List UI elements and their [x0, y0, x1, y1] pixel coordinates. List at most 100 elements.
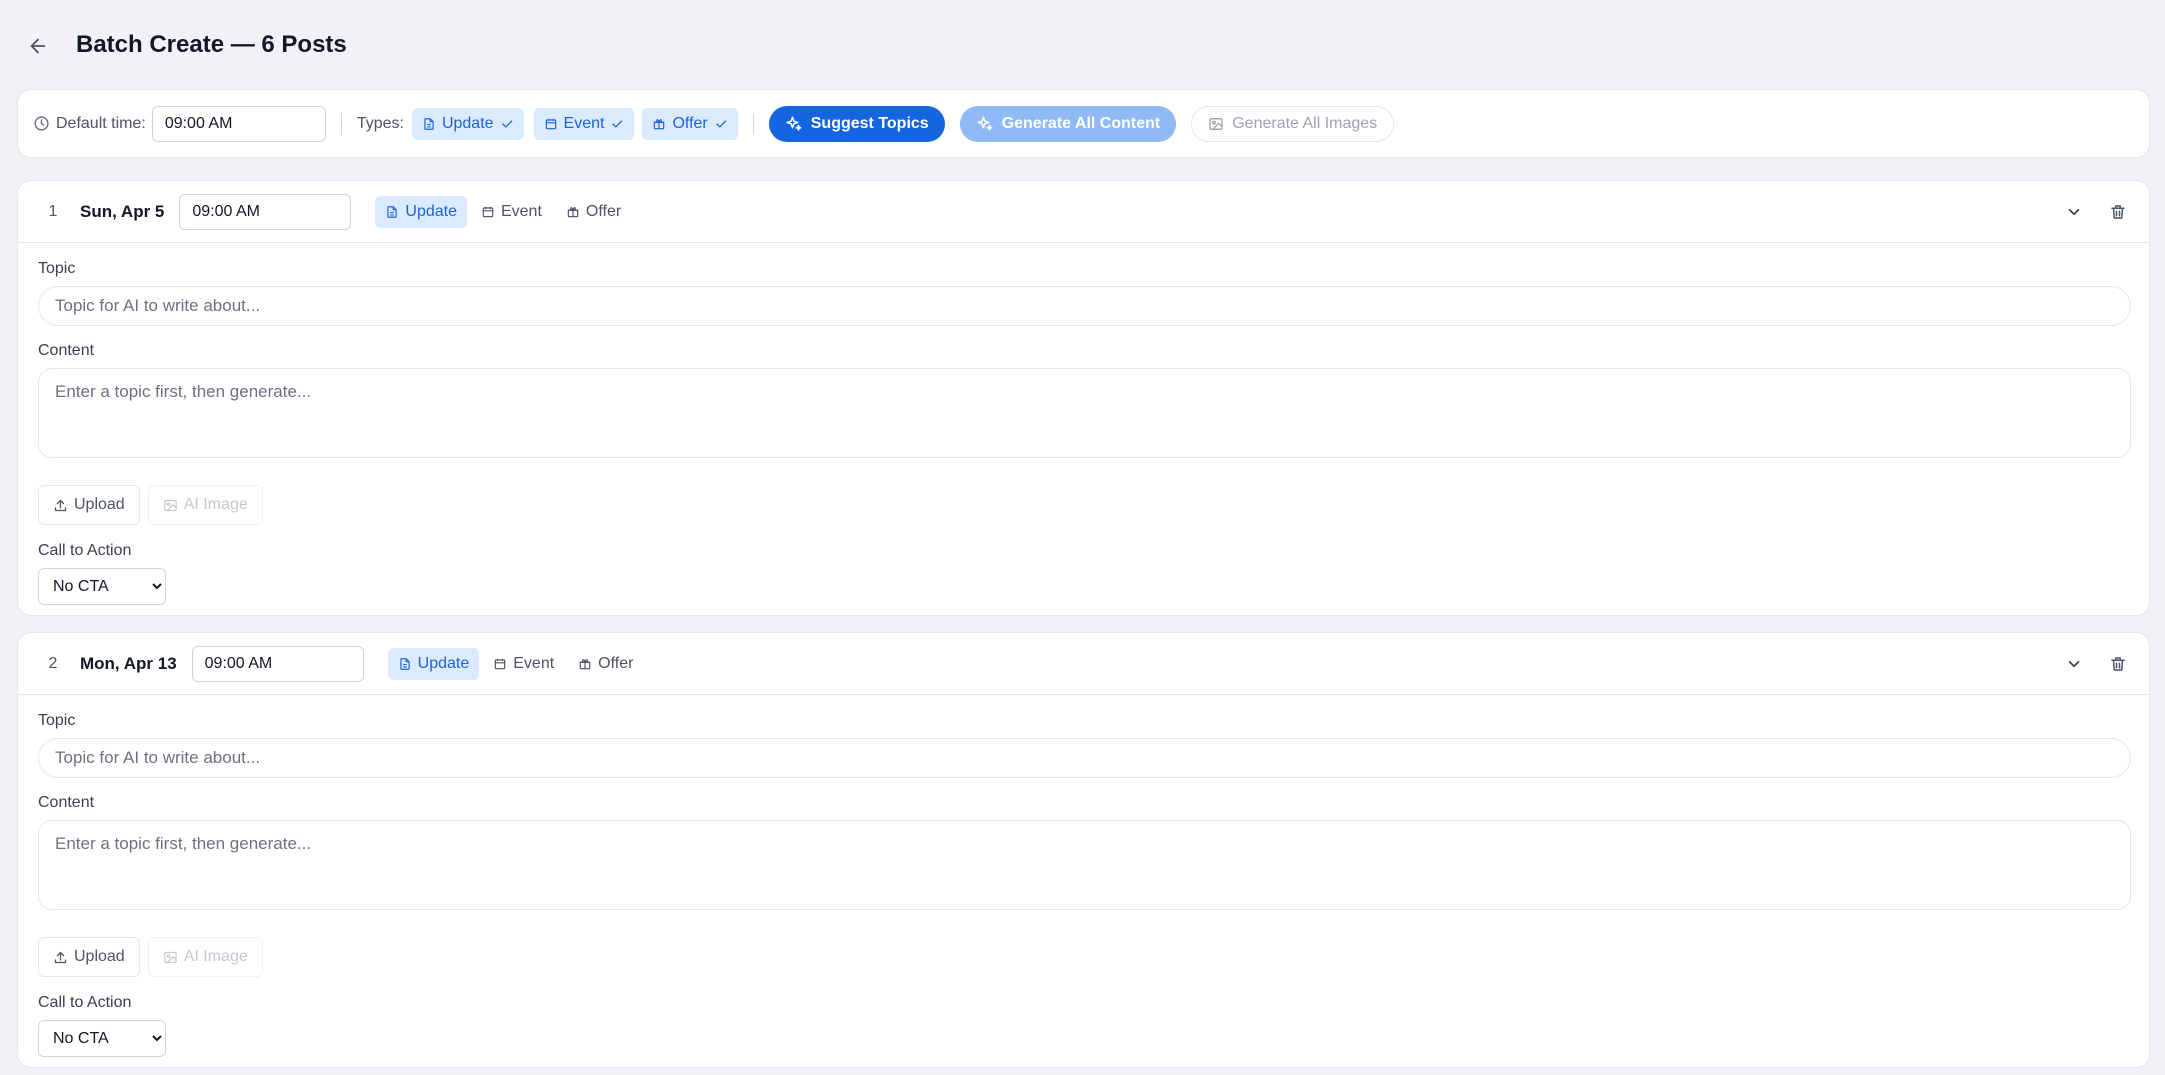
- delete-post-button[interactable]: [2107, 653, 2129, 675]
- type-toggle-label: Event: [563, 114, 605, 132]
- upload-label: Upload: [74, 496, 125, 513]
- post-card-body: Topic Content Upload AI Image Call to Ac…: [18, 712, 2149, 1057]
- media-actions: Upload AI Image: [38, 937, 2129, 977]
- delete-post-button[interactable]: [2107, 201, 2129, 223]
- content-textarea[interactable]: [38, 368, 2131, 458]
- chevron-down-icon: [2068, 660, 2080, 668]
- suggest-topics-button[interactable]: Suggest Topics: [768, 105, 945, 142]
- ai-image-button[interactable]: AI Image: [147, 485, 263, 525]
- post-date: Mon, Apr 13: [80, 653, 177, 673]
- calendar-icon: [545, 118, 556, 129]
- upload-button[interactable]: Upload: [38, 937, 140, 977]
- post-type-event[interactable]: Event: [471, 196, 552, 228]
- image-icon: [163, 499, 177, 511]
- gift-icon: [567, 206, 579, 217]
- post-card: 2 Mon, Apr 13 09:00 AM Update Event Offe…: [17, 632, 2150, 1068]
- topic-input[interactable]: [38, 286, 2131, 326]
- check-icon: [612, 119, 623, 128]
- trash-icon: [2111, 657, 2125, 671]
- post-card-header: 1 Sun, Apr 5 09:00 AM Update Event Offer: [18, 181, 2149, 243]
- cta-label: Call to Action: [38, 994, 132, 1011]
- page-header: Batch Create — 6 Posts: [0, 0, 2165, 90]
- image-icon: [1209, 117, 1223, 130]
- post-card-actions: [2063, 181, 2129, 243]
- ai-image-label: AI Image: [183, 948, 248, 965]
- content-label: Content: [38, 794, 95, 811]
- post-type-offer[interactable]: Offer: [568, 648, 643, 680]
- clock-icon: [34, 116, 49, 131]
- ai-image-label: AI Image: [183, 496, 248, 513]
- content-textarea[interactable]: [38, 820, 2131, 910]
- cta-select[interactable]: No CTA: [38, 568, 166, 605]
- document-icon: [387, 205, 398, 218]
- post-time-input[interactable]: 09:00 AM: [179, 193, 352, 230]
- post-type-update[interactable]: Update: [387, 647, 480, 680]
- post-card: 1 Sun, Apr 5 09:00 AM Update Event Offer: [17, 180, 2150, 616]
- upload-icon: [54, 499, 67, 511]
- post-card-actions: [2063, 633, 2129, 695]
- topic-label: Topic: [38, 712, 76, 729]
- ai-image-button[interactable]: AI Image: [147, 937, 263, 977]
- calendar-icon: [482, 206, 494, 217]
- check-icon: [716, 119, 727, 128]
- post-type-update[interactable]: Update: [375, 195, 467, 228]
- default-time-text: Default time:: [56, 114, 146, 132]
- image-icon: [163, 951, 177, 963]
- document-icon: [424, 117, 434, 130]
- document-icon: [399, 657, 410, 670]
- page-title: Batch Create — 6 Posts: [76, 31, 347, 58]
- post-card-body: Topic Content Upload AI Image Call to Ac…: [18, 260, 2149, 605]
- generate-all-images-button[interactable]: Generate All Images: [1191, 105, 1395, 142]
- back-button[interactable]: [22, 30, 54, 62]
- post-number: 1: [48, 202, 58, 220]
- chevron-down-icon: [2068, 208, 2080, 216]
- type-toggle-label: Update: [441, 114, 494, 132]
- collapse-button[interactable]: [2063, 653, 2085, 675]
- type-toggle-event[interactable]: Event: [533, 107, 635, 140]
- post-time-input[interactable]: 09:00 AM: [191, 645, 364, 682]
- post-type-event[interactable]: Event: [483, 648, 564, 680]
- arrow-left-icon: [30, 38, 46, 54]
- batch-toolbar: Default time: 09:00 AM Types: Update Eve…: [17, 89, 2150, 158]
- content-label: Content: [38, 342, 95, 359]
- topic-input[interactable]: [38, 738, 2131, 778]
- upload-button[interactable]: Upload: [38, 485, 140, 525]
- sparkles-icon: [977, 116, 993, 131]
- media-actions: Upload AI Image: [38, 485, 2129, 525]
- upload-icon: [54, 951, 67, 963]
- sparkles-icon: [786, 116, 802, 131]
- post-type-selector: Update Event Offer: [375, 195, 631, 228]
- cta-select[interactable]: No CTA: [38, 1020, 166, 1057]
- post-date: Sun, Apr 5: [80, 201, 165, 221]
- gift-icon: [579, 658, 591, 669]
- post-type-label: Offer: [598, 654, 634, 672]
- suggest-topics-label: Suggest Topics: [810, 114, 929, 132]
- generate-all-content-label: Generate All Content: [1001, 114, 1161, 132]
- upload-label: Upload: [74, 948, 125, 965]
- trash-icon: [2111, 205, 2125, 219]
- calendar-icon: [495, 658, 506, 669]
- post-number: 2: [48, 654, 58, 672]
- collapse-button[interactable]: [2063, 201, 2085, 223]
- post-type-label: Offer: [585, 202, 622, 220]
- divider: [340, 112, 342, 135]
- post-type-offer[interactable]: Offer: [556, 196, 631, 228]
- post-type-selector: Update Event Offer: [387, 647, 644, 680]
- post-type-label: Update: [417, 654, 470, 672]
- check-icon: [501, 119, 512, 128]
- type-toggle-offer[interactable]: Offer: [642, 107, 738, 140]
- default-time-input[interactable]: 09:00 AM: [151, 105, 326, 142]
- gift-icon: [654, 118, 665, 129]
- post-type-label: Event: [500, 202, 542, 220]
- types-label: Types:: [356, 114, 404, 132]
- cta-label: Call to Action: [38, 542, 132, 559]
- post-type-label: Update: [405, 202, 457, 220]
- post-type-label: Event: [513, 654, 555, 672]
- type-toggle-label: Offer: [672, 114, 708, 132]
- divider: [752, 112, 754, 135]
- post-card-header: 2 Mon, Apr 13 09:00 AM Update Event Offe…: [18, 633, 2149, 695]
- topic-label: Topic: [38, 260, 76, 277]
- generate-all-images-label: Generate All Images: [1232, 114, 1378, 132]
- type-toggle-update[interactable]: Update: [411, 107, 524, 140]
- generate-all-content-button[interactable]: Generate All Content: [959, 105, 1177, 142]
